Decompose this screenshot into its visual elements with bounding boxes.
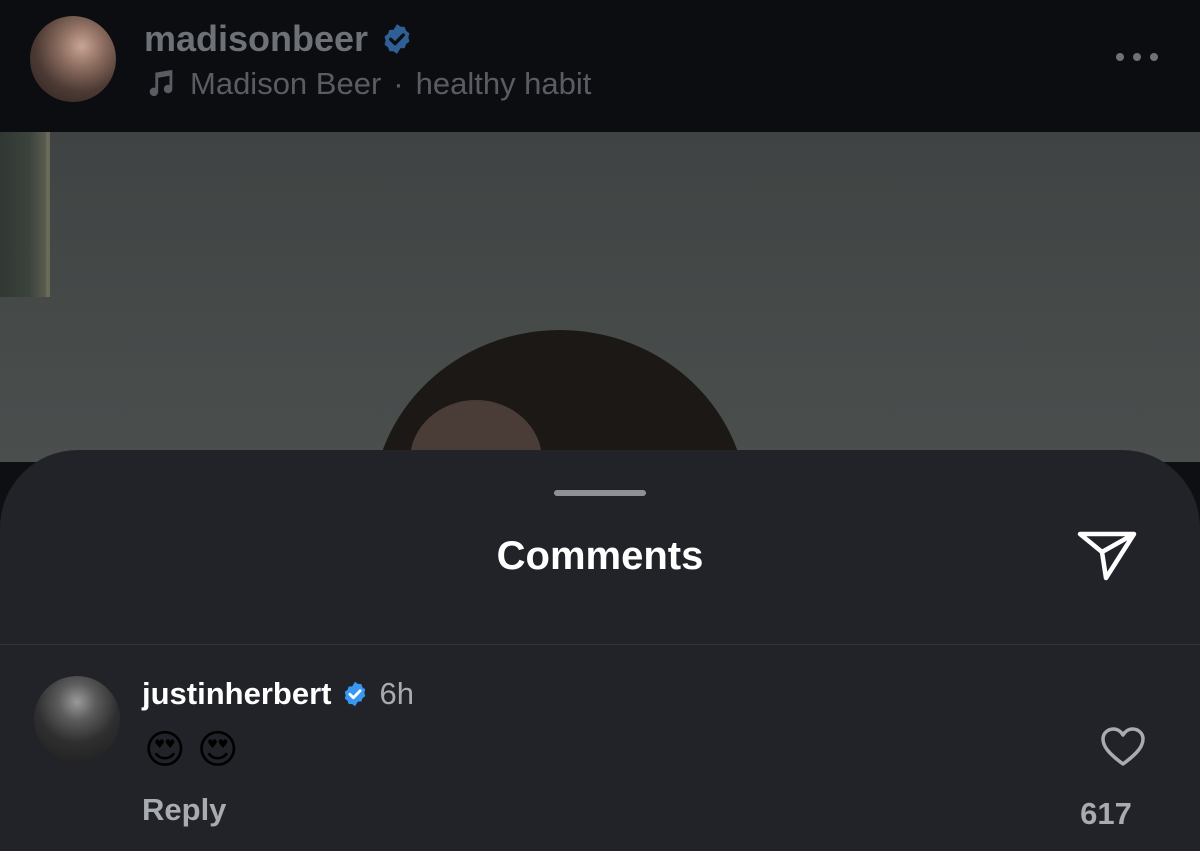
reel-header: madisonbeer Madison Beer · healthy habit: [0, 0, 1200, 132]
music-separator: ·: [393, 66, 404, 101]
more-options-icon[interactable]: [1116, 50, 1158, 64]
comment-header: justinherbert 6h: [142, 676, 414, 712]
verified-badge-icon: [345, 681, 366, 707]
video-wall-frame: [0, 132, 50, 297]
author-username-row[interactable]: madisonbeer: [144, 18, 414, 60]
reels-screen: madisonbeer Madison Beer · healthy habit: [0, 0, 1200, 851]
comment-text: 😍 😍: [144, 728, 239, 772]
reel-video[interactable]: [0, 132, 1200, 462]
sheet-divider: [0, 644, 1200, 645]
music-artist: Madison Beer: [190, 66, 382, 101]
author-avatar[interactable]: [30, 16, 116, 102]
sheet-title: Comments: [496, 534, 704, 578]
commenter-avatar[interactable]: [34, 676, 120, 762]
reply-button[interactable]: Reply: [142, 792, 226, 828]
like-count: 617: [1080, 796, 1132, 831]
send-icon[interactable]: [1076, 528, 1138, 584]
commenter-username[interactable]: justinherbert: [142, 676, 331, 712]
heart-icon[interactable]: [1100, 726, 1146, 768]
verified-badge-icon: [384, 24, 410, 54]
music-note-icon: [149, 69, 173, 97]
comments-sheet: Comments justinherbert 6h 😍 😍 Reply 617: [0, 450, 1200, 851]
music-row[interactable]: Madison Beer · healthy habit: [144, 66, 591, 102]
author-username[interactable]: madisonbeer: [144, 18, 368, 60]
more-dot: [1133, 53, 1141, 61]
more-dot: [1116, 53, 1124, 61]
more-dot: [1150, 53, 1158, 61]
music-track: healthy habit: [415, 66, 592, 101]
comment-time: 6h: [379, 676, 414, 711]
sheet-grabber[interactable]: [554, 490, 646, 496]
